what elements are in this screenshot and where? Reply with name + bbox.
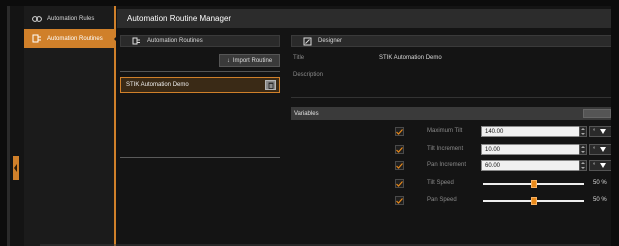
edit-icon bbox=[302, 36, 312, 46]
routines-header: Automation Routines bbox=[120, 35, 280, 47]
tilt-increment-input[interactable]: 10.00 bbox=[481, 144, 581, 155]
checkmark-icon bbox=[396, 197, 403, 204]
maximum-tilt-input[interactable]: 140.00 bbox=[481, 126, 581, 137]
variable-row-tilt-increment: Tilt Increment 10.00 ° bbox=[291, 144, 611, 156]
variable-checkbox[interactable] bbox=[395, 145, 404, 154]
import-routine-label: Import Routine bbox=[232, 57, 273, 64]
nav-item-label: Automation Routines bbox=[47, 35, 103, 42]
designer-header-label: Designer bbox=[318, 38, 343, 44]
value-stepper[interactable] bbox=[579, 126, 587, 137]
designer-header: Designer bbox=[291, 35, 611, 47]
routines-header-label: Automation Routines bbox=[147, 38, 203, 44]
link-icon bbox=[32, 14, 42, 24]
chevron-down-icon bbox=[600, 129, 607, 134]
trash-icon bbox=[268, 82, 273, 89]
variable-checkbox[interactable] bbox=[395, 196, 404, 205]
nav-item-automation-routines[interactable]: Automation Routines bbox=[24, 29, 118, 48]
chevron-down-icon bbox=[600, 147, 607, 152]
delete-routine-button[interactable] bbox=[265, 80, 276, 90]
pan-speed-slider[interactable] bbox=[483, 197, 584, 205]
import-icon: ↓ bbox=[226, 57, 230, 64]
divider bbox=[120, 157, 280, 158]
variable-checkbox[interactable] bbox=[395, 127, 404, 136]
variables-action-button[interactable] bbox=[583, 109, 611, 118]
import-routine-button[interactable]: ↓ Import Routine bbox=[219, 54, 280, 67]
checkmark-icon bbox=[396, 146, 403, 153]
routine-name: STIK Automation Demo bbox=[126, 82, 189, 88]
variables-header: Variables bbox=[291, 107, 611, 120]
value-stepper[interactable] bbox=[579, 144, 587, 155]
main-area: Automation Routine Manager Automation Ro… bbox=[117, 6, 611, 246]
unit-dropdown[interactable]: ° bbox=[589, 160, 611, 171]
checkmark-icon bbox=[396, 180, 403, 187]
routine-icon bbox=[32, 34, 42, 44]
slider-thumb[interactable] bbox=[530, 197, 537, 205]
title-label: Title bbox=[293, 55, 305, 61]
variable-checkbox[interactable] bbox=[395, 161, 404, 170]
unit-value: ° bbox=[593, 162, 596, 169]
chevron-down-icon bbox=[600, 163, 607, 168]
variable-row-tilt-speed: Tilt Speed 50 % bbox=[291, 178, 611, 190]
value-stepper[interactable] bbox=[579, 160, 587, 171]
routine-icon bbox=[131, 36, 141, 46]
unit-value: ° bbox=[593, 128, 596, 135]
variable-row-pan-speed: Pan Speed 50 % bbox=[291, 195, 611, 207]
pan-increment-input[interactable]: 60.00 bbox=[481, 160, 581, 171]
pan-speed-percent: 50 % bbox=[593, 197, 607, 203]
variable-label: Tilt Increment bbox=[427, 146, 464, 152]
variable-row-pan-increment: Pan Increment 60.00 ° bbox=[291, 160, 611, 172]
unit-value: ° bbox=[593, 146, 596, 153]
variable-row-maximum-tilt: Maximum Tilt 140.00 ° bbox=[291, 126, 611, 138]
nav-item-automation-rules[interactable]: Automation Rules bbox=[24, 9, 116, 28]
variable-label: Pan Speed bbox=[427, 197, 457, 203]
unit-dropdown[interactable]: ° bbox=[589, 144, 611, 155]
routine-list-item[interactable]: STIK Automation Demo bbox=[120, 77, 280, 93]
tilt-speed-slider[interactable] bbox=[483, 180, 584, 188]
nav-item-label: Automation Rules bbox=[47, 15, 95, 22]
page-title: Automation Routine Manager bbox=[117, 9, 611, 28]
variable-label: Pan Increment bbox=[427, 162, 467, 168]
divider bbox=[291, 97, 611, 98]
variable-label: Tilt Speed bbox=[427, 180, 454, 186]
tilt-speed-percent: 50 % bbox=[593, 180, 607, 186]
variable-checkbox[interactable] bbox=[395, 179, 404, 188]
app-window: Automation Rules Automation Routines Aut… bbox=[7, 6, 611, 246]
divider bbox=[120, 71, 280, 72]
variable-label: Maximum Tilt bbox=[427, 128, 463, 134]
description-label: Description bbox=[293, 72, 324, 78]
checkmark-icon bbox=[396, 162, 403, 169]
collapse-handle-icon[interactable] bbox=[13, 156, 19, 180]
checkmark-icon bbox=[396, 128, 403, 135]
unit-dropdown[interactable]: ° bbox=[589, 126, 611, 137]
slider-thumb[interactable] bbox=[530, 180, 537, 188]
nav-sidebar: Automation Rules Automation Routines bbox=[24, 6, 118, 246]
variables-header-label: Variables bbox=[294, 110, 319, 117]
title-value[interactable]: STIK Automation Demo bbox=[379, 55, 442, 61]
